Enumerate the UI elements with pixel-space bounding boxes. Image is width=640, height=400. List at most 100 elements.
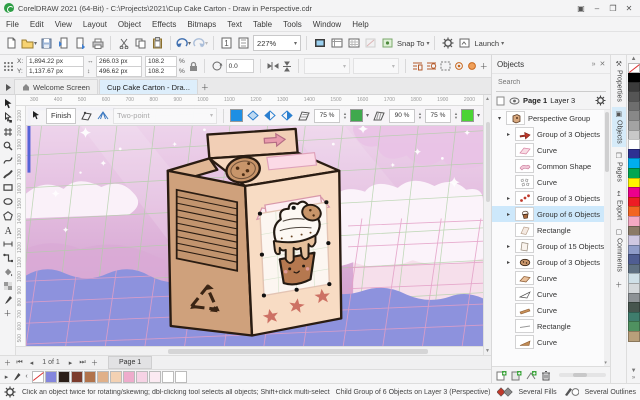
outline-pen-icon[interactable]: [563, 387, 579, 397]
polygon-tool[interactable]: [1, 209, 14, 222]
color-swatch[interactable]: [45, 371, 57, 383]
color-swatch[interactable]: [628, 331, 640, 342]
object-item[interactable]: ▸ Group of 3 Objects: [492, 190, 610, 206]
tab-pages[interactable]: ❐ Pages: [612, 149, 626, 185]
scrollbar-thumb[interactable]: [486, 122, 490, 202]
plane-right-icon[interactable]: [280, 109, 294, 123]
object-item[interactable]: ▸ Group of 3 Objects: [492, 254, 610, 270]
mirror-horizontal-icon[interactable]: [267, 58, 279, 74]
scrollbar-thumb[interactable]: [605, 112, 609, 172]
previous-page-button[interactable]: ◂: [27, 359, 36, 367]
pick-tool[interactable]: [1, 97, 14, 110]
rectangle-tool[interactable]: [1, 181, 14, 194]
menu-view[interactable]: View: [55, 20, 72, 29]
print-button[interactable]: [90, 35, 105, 51]
tab-comments[interactable]: ▢ Comments: [612, 225, 626, 275]
tab-properties[interactable]: ⚒ Properties: [612, 57, 626, 105]
object-item[interactable]: Common Shape: [492, 158, 610, 174]
tab-objects[interactable]: ▣ Objects: [612, 107, 626, 147]
zoom-actual-button[interactable]: 1: [219, 35, 234, 51]
new-layer-icon[interactable]: [496, 370, 507, 381]
dock-pin-icon[interactable]: »: [592, 61, 596, 68]
duplicate-layer-icon[interactable]: [526, 370, 537, 381]
menu-tools[interactable]: Tools: [283, 20, 302, 29]
menu-bitmaps[interactable]: Bitmaps: [187, 20, 216, 29]
color-swatch[interactable]: [175, 371, 187, 383]
no-color-swatch[interactable]: [628, 63, 640, 73]
drawing-canvas[interactable]: Finish Two-point▾: [26, 106, 483, 346]
snap-options-icon[interactable]: [380, 35, 395, 51]
line-color-swatch[interactable]: [461, 109, 474, 122]
horizon-color-swatch[interactable]: [230, 109, 243, 122]
color-swatch[interactable]: [123, 371, 135, 383]
color-swatch[interactable]: [58, 371, 70, 383]
delete-trash-icon[interactable]: [541, 370, 551, 381]
object-item[interactable]: Curve: [492, 302, 610, 318]
menu-object[interactable]: Object: [118, 20, 141, 29]
object-item[interactable]: ▸ Group of 3 Objects: [492, 126, 610, 142]
first-page-button[interactable]: ⏮: [15, 359, 24, 367]
object-item[interactable]: Curve: [492, 270, 610, 286]
object-item[interactable]: Curve: [492, 142, 610, 158]
canvas-artwork[interactable]: [26, 106, 483, 346]
undo-button[interactable]: ▾: [176, 35, 191, 51]
perspective-type-combo[interactable]: Two-point▾: [113, 108, 217, 124]
tree-scrollbar[interactable]: ▾: [604, 110, 610, 366]
add-page-after-button[interactable]: ＋: [90, 358, 99, 368]
object-item[interactable]: ▸ Group of 15 Objects: [492, 238, 610, 254]
connector-tool[interactable]: [1, 251, 14, 264]
fill-color-indicator[interactable]: [497, 387, 513, 397]
new-tab-button[interactable]: ＋: [199, 80, 211, 94]
new-master-layer-icon[interactable]: [511, 370, 522, 381]
interactive-fill-tool[interactable]: [1, 265, 14, 278]
eye-icon[interactable]: [509, 97, 520, 105]
edit-perspective-icon[interactable]: [79, 109, 93, 123]
palette-expand-icon[interactable]: »: [632, 375, 635, 382]
artistic-media-tool[interactable]: [1, 167, 14, 180]
crop-tool[interactable]: [1, 125, 14, 138]
zoom-tool[interactable]: [1, 139, 14, 152]
palette-scroll-left-icon[interactable]: ‹: [22, 373, 31, 380]
show-rulers-button[interactable]: [329, 35, 344, 51]
expand-caret[interactable]: ▾: [496, 115, 503, 122]
stepper-control[interactable]: ▲▼: [343, 112, 347, 120]
outline-width-combo[interactable]: ▾: [304, 58, 350, 74]
palette-scroll-down-icon[interactable]: ▼: [631, 368, 637, 375]
line-opacity-field[interactable]: 75 %: [425, 109, 451, 123]
plane-color-swatch[interactable]: [350, 109, 363, 122]
zoom-to-page-button[interactable]: [236, 35, 251, 51]
layer-options-gear-icon[interactable]: [595, 95, 606, 106]
docker-h-scrollbar[interactable]: [559, 373, 606, 377]
rotation-angle-field[interactable]: 0.0: [226, 59, 254, 73]
expand-caret[interactable]: ▸: [505, 211, 512, 218]
tab-welcome-screen[interactable]: Welcome Screen: [14, 79, 98, 94]
search-input[interactable]: [496, 78, 606, 87]
restore-button[interactable]: ❐: [606, 2, 620, 14]
scroll-up-icon[interactable]: ▲: [485, 96, 490, 102]
no-color-swatch[interactable]: [32, 371, 44, 383]
zoom-level-combo[interactable]: 227%▾: [253, 35, 301, 51]
docker-close-icon[interactable]: ✕: [600, 60, 606, 68]
menu-layout[interactable]: Layout: [83, 20, 107, 29]
shape-tool[interactable]: [1, 111, 14, 124]
copy-button[interactable]: [133, 35, 148, 51]
paste-button[interactable]: [150, 35, 165, 51]
menu-file[interactable]: File: [6, 20, 19, 29]
workspace-icon[interactable]: ▣: [574, 2, 588, 14]
lock-ratio-icon[interactable]: [189, 58, 198, 74]
grid-density-field[interactable]: 90 %: [389, 109, 415, 123]
horizontal-ruler[interactable]: 3004005006007008009001000110012001300140…: [16, 95, 483, 106]
vanishing-point-icon[interactable]: [96, 109, 110, 123]
options-gear-icon[interactable]: [440, 35, 455, 51]
add-docker-tab[interactable]: ＋: [612, 277, 626, 293]
stepper-control[interactable]: ▲▼: [454, 112, 458, 120]
color-swatch[interactable]: [97, 371, 109, 383]
snap-off-button[interactable]: [363, 35, 378, 51]
mirror-vertical-icon[interactable]: [282, 58, 292, 74]
menu-window[interactable]: Window: [313, 20, 341, 29]
finish-button[interactable]: Finish: [46, 108, 76, 124]
stepper-control[interactable]: ▲▼: [418, 112, 422, 120]
add-tool-plus[interactable]: ＋: [1, 307, 14, 320]
menu-edit[interactable]: Edit: [30, 20, 44, 29]
plane-opacity-field[interactable]: 75 %: [314, 109, 340, 123]
